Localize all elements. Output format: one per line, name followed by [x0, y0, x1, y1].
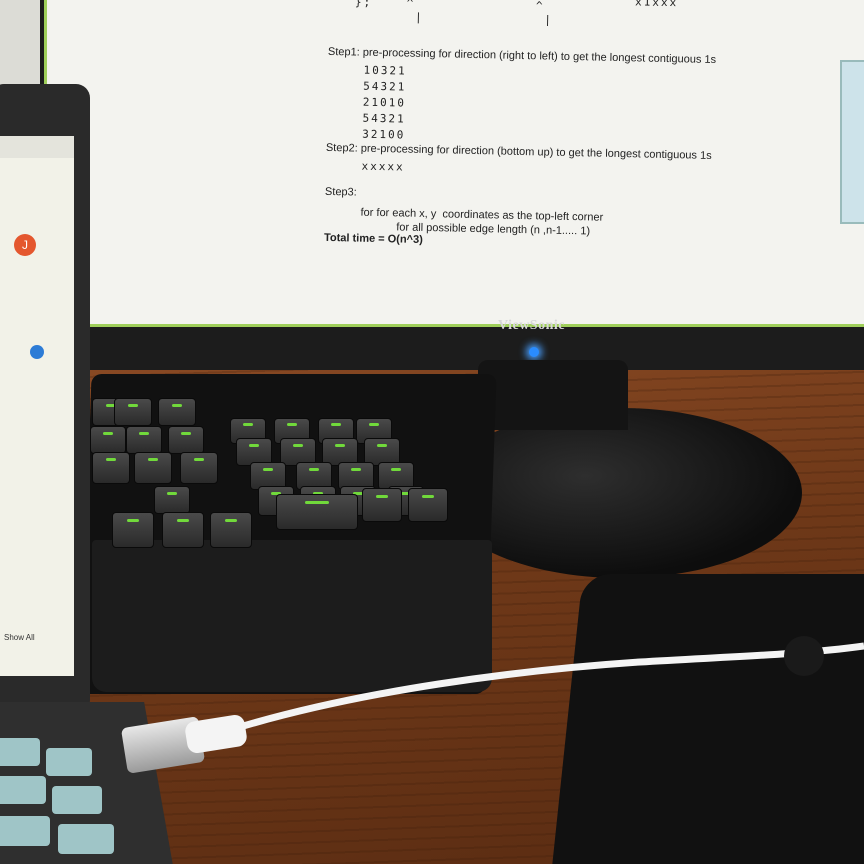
- photo-scene: }; ^ ^ | | Step1: pre-processing for dir…: [0, 0, 864, 864]
- cable-clip: [784, 636, 824, 676]
